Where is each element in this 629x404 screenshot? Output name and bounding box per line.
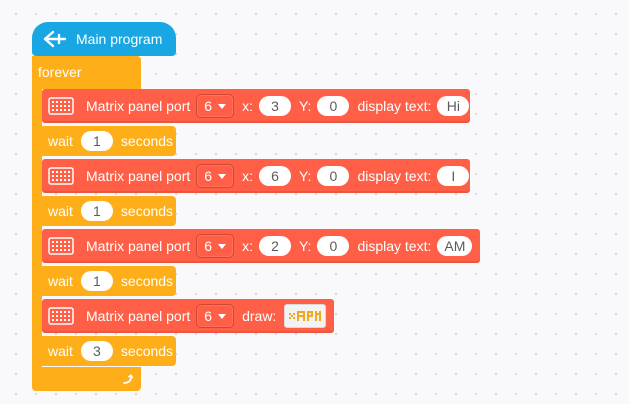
- matrix-display-text-block[interactable]: Matrix panel port 6 x: 6 Y: 0 display te…: [42, 159, 470, 193]
- block-label: Matrix panel port: [86, 168, 191, 184]
- x-input[interactable]: 2: [258, 236, 291, 256]
- y-label: Y:: [298, 238, 312, 254]
- wait-block[interactable]: wait 1 seconds: [42, 126, 176, 156]
- x-label: x:: [242, 238, 253, 254]
- display-text-label: display text:: [357, 238, 432, 254]
- port-value: 6: [204, 308, 213, 324]
- display-text-input[interactable]: I: [437, 166, 470, 186]
- wait-label: wait: [48, 203, 73, 219]
- y-input[interactable]: 0: [317, 236, 350, 256]
- chevron-down-icon: [218, 103, 227, 109]
- wait-seconds-input[interactable]: 1: [80, 271, 113, 291]
- main-program-hat-block[interactable]: Main program: [32, 22, 176, 56]
- block-label: Matrix panel port: [86, 238, 191, 254]
- matrix-panel-icon: [48, 237, 74, 255]
- y-input[interactable]: 0: [317, 166, 350, 186]
- x-input[interactable]: 6: [258, 166, 291, 186]
- matrix-panel-icon: [48, 167, 74, 185]
- forever-label: forever: [38, 64, 82, 80]
- port-value: 6: [204, 238, 213, 254]
- matrix-drawing-thumbnail[interactable]: [284, 304, 327, 328]
- forever-block[interactable]: forever: [32, 56, 141, 89]
- matrix-panel-icon: [48, 307, 74, 325]
- chevron-down-icon: [218, 243, 227, 249]
- block-label: Matrix panel port: [86, 308, 191, 324]
- block-label: Matrix panel port: [86, 98, 191, 114]
- chevron-down-icon: [218, 313, 227, 319]
- wait-seconds-input[interactable]: 1: [80, 201, 113, 221]
- wait-seconds-input[interactable]: 1: [80, 131, 113, 151]
- display-text-label: display text:: [357, 168, 432, 184]
- wait-unit-label: seconds: [120, 203, 174, 219]
- x-label: x:: [242, 168, 253, 184]
- y-input[interactable]: 0: [317, 96, 350, 116]
- wait-block[interactable]: wait 1 seconds: [42, 196, 176, 226]
- draw-label: draw:: [242, 308, 277, 324]
- matrix-panel-icon: [48, 97, 74, 115]
- wait-unit-label: seconds: [120, 133, 174, 149]
- y-label: Y:: [298, 98, 312, 114]
- wait-label: wait: [48, 273, 73, 289]
- loop-arrow-icon: [122, 373, 134, 391]
- x-input[interactable]: 3: [258, 96, 291, 116]
- forever-arm: [32, 88, 42, 368]
- wait-unit-label: seconds: [120, 273, 174, 289]
- y-label: Y:: [298, 168, 312, 184]
- port-value: 6: [204, 98, 213, 114]
- display-text-input[interactable]: AM: [437, 236, 473, 256]
- port-dropdown[interactable]: 6: [196, 164, 235, 188]
- x-label: x:: [242, 98, 253, 114]
- matrix-display-text-block[interactable]: Matrix panel port 6 x: 2 Y: 0 display te…: [42, 229, 480, 263]
- chevron-down-icon: [218, 173, 227, 179]
- wait-label: wait: [48, 343, 73, 359]
- forever-block-footer: [32, 367, 141, 391]
- wait-block[interactable]: wait 3 seconds: [42, 336, 176, 366]
- wait-label: wait: [48, 133, 73, 149]
- flag-icon: [40, 29, 68, 49]
- hat-label: Main program: [76, 31, 163, 47]
- port-value: 6: [204, 168, 213, 184]
- port-dropdown[interactable]: 6: [196, 94, 235, 118]
- wait-seconds-input[interactable]: 3: [80, 341, 113, 361]
- wait-block[interactable]: wait 1 seconds: [42, 266, 176, 296]
- matrix-display-text-block[interactable]: Matrix panel port 6 x: 3 Y: 0 display te…: [42, 89, 470, 123]
- port-dropdown[interactable]: 6: [196, 234, 235, 258]
- port-dropdown[interactable]: 6: [196, 304, 235, 328]
- display-text-input[interactable]: Hi: [437, 96, 470, 116]
- display-text-label: display text:: [357, 98, 432, 114]
- wait-unit-label: seconds: [120, 343, 174, 359]
- matrix-draw-block[interactable]: Matrix panel port 6 draw:: [42, 299, 334, 333]
